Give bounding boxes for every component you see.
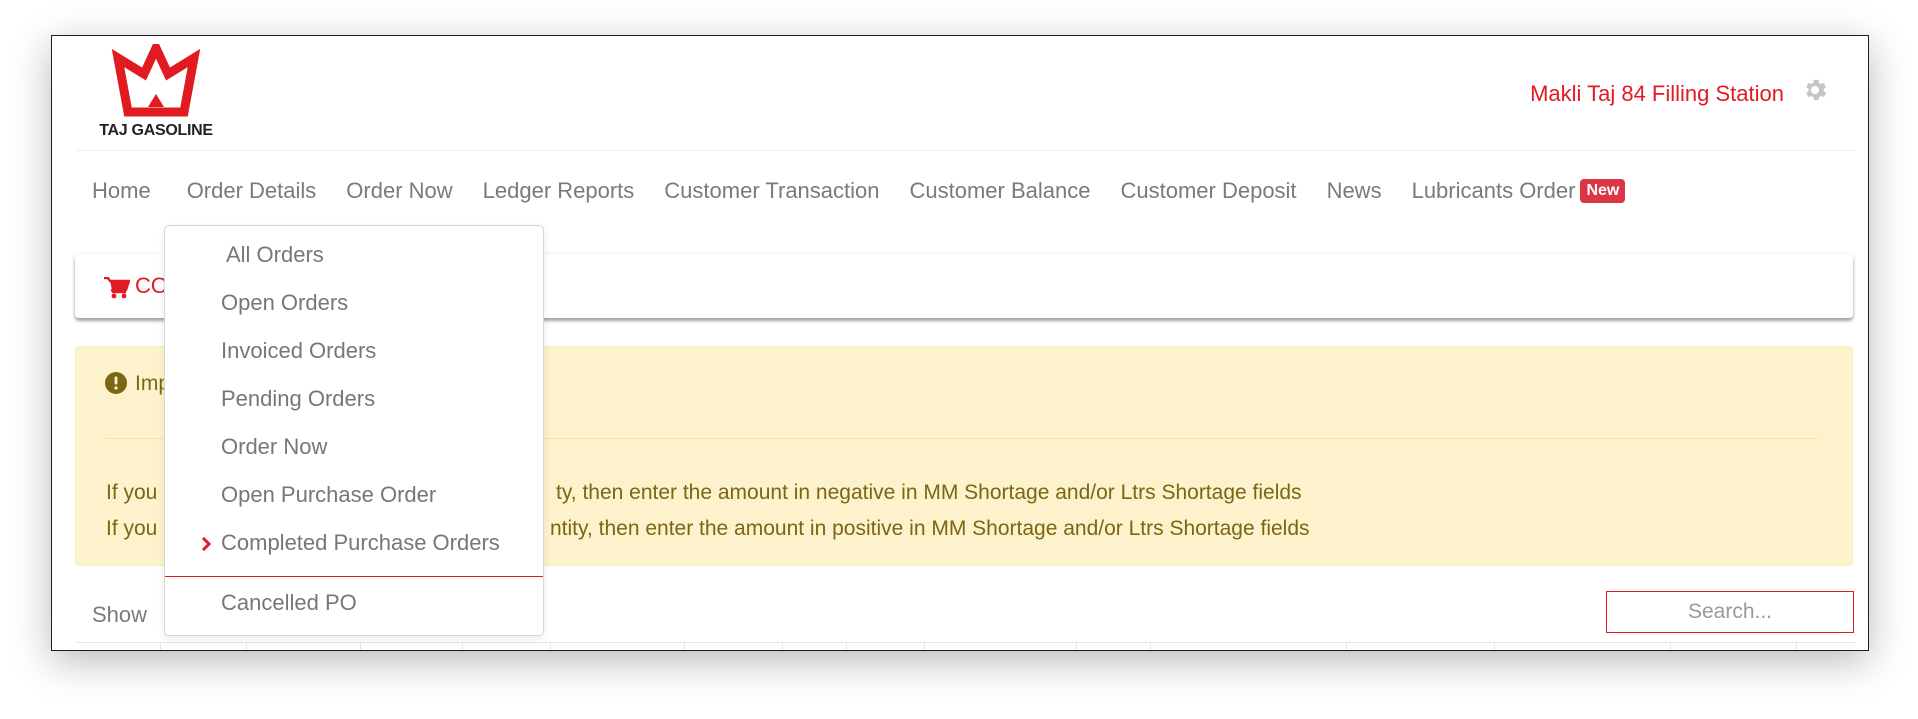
- table-column-divider: [1670, 643, 1671, 650]
- table-column-divider: [1796, 643, 1797, 650]
- chevron-right-icon: [201, 537, 211, 551]
- table-column-divider: [846, 643, 847, 650]
- table-column-divider: [1346, 643, 1347, 650]
- table-column-divider: [1494, 643, 1495, 650]
- table-column-divider: [924, 643, 925, 650]
- nav-lubricants-order[interactable]: Lubricants Order New: [1412, 178, 1626, 204]
- new-badge: New: [1580, 179, 1626, 203]
- dropdown-divider: [165, 576, 543, 577]
- dropdown-item-pending-orders[interactable]: Pending Orders: [221, 384, 375, 414]
- dropdown-item-all-orders[interactable]: All Orders: [226, 240, 324, 270]
- dropdown-item-open-purchase-order[interactable]: Open Purchase Order: [221, 480, 436, 510]
- show-entries-label: Show: [92, 602, 148, 627]
- table-column-divider: [782, 643, 783, 650]
- nav-customer-transaction[interactable]: Customer Transaction: [664, 178, 879, 204]
- nav-home[interactable]: Home: [92, 178, 151, 204]
- cart-icon[interactable]: [104, 277, 130, 299]
- main-nav: Home Order Details Order Now Ledger Repo…: [92, 174, 1655, 208]
- dropdown-item-order-now[interactable]: Order Now: [221, 432, 327, 462]
- brand-logo[interactable]: TAJ GASOLINE: [96, 44, 216, 144]
- search-input[interactable]: [1606, 591, 1854, 633]
- nav-order-now[interactable]: Order Now: [346, 178, 452, 204]
- alert-line-2-start: If you: [106, 517, 158, 540]
- nav-customer-deposit[interactable]: Customer Deposit: [1120, 178, 1296, 204]
- crown-logo-icon: [111, 44, 201, 117]
- exclamation-circle-icon: [105, 372, 127, 394]
- table-column-divider: [684, 643, 685, 650]
- order-details-dropdown: All Orders Open Orders Invoiced Orders P…: [164, 225, 544, 636]
- alert-line-1-start: If you: [106, 481, 158, 504]
- nav-order-details[interactable]: Order Details: [187, 178, 317, 204]
- dropdown-item-cancelled-po[interactable]: Cancelled PO: [221, 588, 357, 618]
- nav-news[interactable]: News: [1327, 178, 1382, 204]
- nav-ledger-reports[interactable]: Ledger Reports: [483, 178, 635, 204]
- alert-line-2-end: ntity, then enter the amount in positive…: [550, 517, 1310, 540]
- table-header: [76, 642, 1856, 650]
- table-column-divider: [246, 643, 247, 650]
- header-divider: [76, 150, 1856, 151]
- alert-line-1-end: ty, then enter the amount in negative in…: [556, 481, 1302, 504]
- table-column-divider: [160, 643, 161, 650]
- dropdown-item-open-orders[interactable]: Open Orders: [221, 288, 348, 318]
- app-window: TAJ GASOLINE Makli Taj 84 Filling Statio…: [51, 35, 1869, 651]
- table-column-divider: [1150, 643, 1151, 650]
- nav-customer-balance[interactable]: Customer Balance: [910, 178, 1091, 204]
- table-column-divider: [550, 643, 551, 650]
- table-column-divider: [1076, 643, 1077, 650]
- logo-text: TAJ GASOLINE: [99, 122, 213, 139]
- table-column-divider: [360, 643, 361, 650]
- nav-lubricants-order-label: Lubricants Order: [1411, 178, 1576, 203]
- dropdown-item-completed-purchase-orders[interactable]: Completed Purchase Orders: [165, 528, 543, 558]
- gear-icon[interactable]: [1801, 76, 1829, 104]
- dropdown-item-invoiced-orders[interactable]: Invoiced Orders: [221, 336, 376, 366]
- station-name[interactable]: Makli Taj 84 Filling Station: [1530, 81, 1784, 107]
- table-column-divider: [462, 643, 463, 650]
- dropdown-item-label: Completed Purchase Orders: [221, 530, 500, 555]
